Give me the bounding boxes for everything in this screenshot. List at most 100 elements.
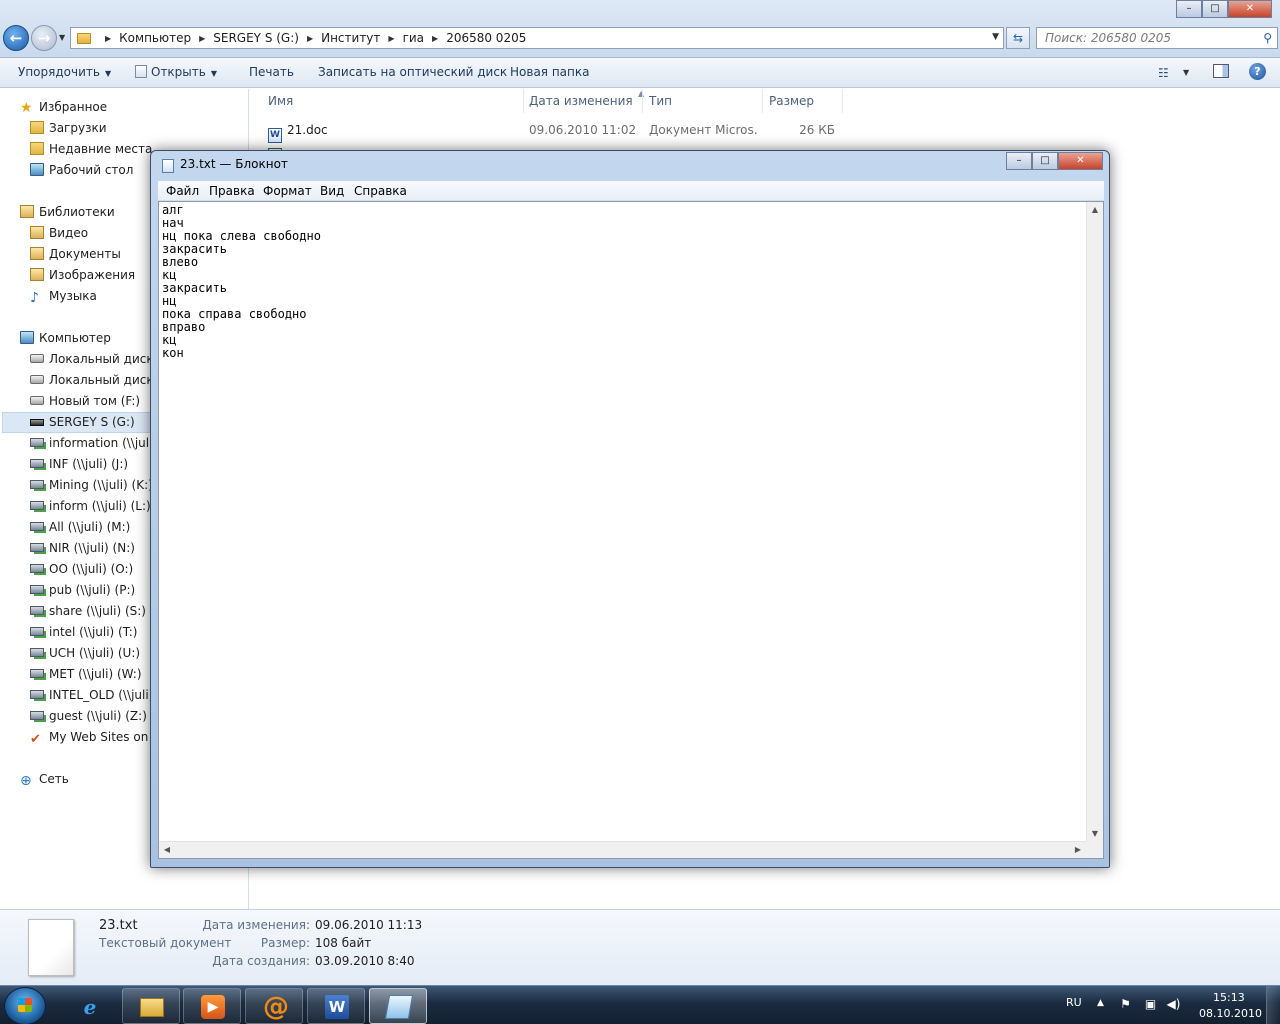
organize-button[interactable]: Упорядочить ▼ xyxy=(18,65,111,79)
show-hidden-icons-icon[interactable]: ▲ xyxy=(1097,998,1104,1008)
chevron-right-icon[interactable]: ▶ xyxy=(307,34,313,43)
scroll-down-icon[interactable]: ▼ xyxy=(1087,826,1103,842)
taskbar-media-player[interactable]: ▶ xyxy=(183,988,241,1024)
nav-music[interactable]: ♪ Музыка xyxy=(30,286,97,307)
action-center-flag-icon[interactable]: ⚑ xyxy=(1118,997,1133,1012)
nav-drive[interactable]: INF (\\juli) (J:) xyxy=(30,454,128,475)
nav-drive[interactable]: Локальный диск ( xyxy=(30,349,162,370)
clock-time[interactable]: 15:13 xyxy=(1213,991,1245,1004)
nav-recent[interactable]: Недавние места xyxy=(30,139,152,160)
nav-drive[interactable]: pub (\\juli) (P:) xyxy=(30,580,135,601)
nav-pictures[interactable]: Изображения xyxy=(30,265,135,286)
breadcrumb-item[interactable]: SERGEY S (G:) xyxy=(213,31,299,45)
recent-pages-dropdown[interactable]: ▼ xyxy=(59,33,65,42)
minimize-button[interactable]: – xyxy=(1006,152,1032,170)
close-button[interactable]: ✕ xyxy=(1058,152,1103,170)
menu-edit[interactable]: Правка xyxy=(209,184,255,198)
nav-drive[interactable]: Новый том (F:) xyxy=(30,391,140,412)
chevron-right-icon[interactable]: ▶ xyxy=(388,34,394,43)
print-label: Печать xyxy=(249,65,294,79)
column-date[interactable]: Дата изменения xyxy=(523,89,643,113)
nav-drive-selected[interactable]: SERGEY S (G:) xyxy=(30,412,135,433)
scroll-right-icon[interactable]: ▶ xyxy=(1070,842,1086,858)
search-icon[interactable]: ⚲ xyxy=(1263,31,1272,45)
column-name[interactable]: Имя xyxy=(262,89,524,113)
taskbar-notepad[interactable] xyxy=(369,988,427,1024)
search-input[interactable]: Поиск: 206580 0205 ⚲ xyxy=(1036,27,1278,49)
nav-desktop[interactable]: Рабочий стол xyxy=(30,160,133,181)
preview-pane-icon[interactable] xyxy=(1213,64,1229,78)
help-icon[interactable]: ? xyxy=(1249,63,1266,80)
nav-drive[interactable]: Mining (\\juli) (K:) xyxy=(30,475,153,496)
back-button[interactable]: ← xyxy=(3,25,29,51)
nav-drive[interactable]: information (\\juli) xyxy=(30,433,157,454)
nav-drive[interactable]: MET (\\juli) (W:) xyxy=(30,664,142,685)
minimize-button[interactable]: – xyxy=(1176,0,1202,18)
menu-view[interactable]: Вид xyxy=(320,184,344,198)
nav-drive[interactable]: inform (\\juli) (L:) xyxy=(30,496,151,517)
start-button[interactable] xyxy=(4,987,46,1024)
chevron-right-icon[interactable]: ▶ xyxy=(199,34,205,43)
chevron-down-icon[interactable]: ▼ xyxy=(1183,68,1189,77)
chevron-right-icon[interactable]: ▶ xyxy=(105,34,111,43)
network-status-icon[interactable]: ▣ xyxy=(1143,997,1158,1012)
menu-help[interactable]: Справка xyxy=(354,184,407,198)
nav-downloads[interactable]: Загрузки xyxy=(30,118,107,139)
taskbar-mail-agent[interactable]: @ xyxy=(245,988,303,1024)
chevron-down-icon[interactable]: ▼ xyxy=(992,32,999,42)
nav-videos[interactable]: Видео xyxy=(30,223,88,244)
menu-file[interactable]: Файл xyxy=(166,184,199,198)
taskbar-word[interactable]: W xyxy=(307,988,365,1024)
maximize-button[interactable]: □ xyxy=(1032,152,1058,170)
horizontal-scrollbar[interactable]: ◀ ▶ xyxy=(159,841,1086,858)
breadcrumb[interactable]: ▶ Компьютер ▶ SERGEY S (G:) ▶ Институт ▶… xyxy=(70,27,1004,49)
views-icon[interactable]: ☷ xyxy=(1158,66,1169,80)
file-row-partial[interactable]: X xyxy=(250,140,1280,150)
file-row[interactable]: W 21.doc 09.06.2010 11:02 Документ Micros… xyxy=(250,120,1280,143)
nav-libraries[interactable]: Библиотеки xyxy=(20,202,115,223)
nav-drive[interactable]: ✔ My Web Sites on M xyxy=(30,727,162,748)
taskbar-explorer[interactable] xyxy=(122,988,180,1024)
nav-drive[interactable]: share (\\juli) (S:) xyxy=(30,601,146,622)
scroll-up-icon[interactable]: ▲ xyxy=(1087,202,1103,218)
nav-drive[interactable]: guest (\\juli) (Z:) xyxy=(30,706,147,727)
nav-drive[interactable]: INTEL_OLD (\\juli) xyxy=(30,685,153,706)
burn-button[interactable]: Записать на оптический диск xyxy=(318,65,507,79)
refresh-button[interactable]: ⇆ xyxy=(1006,27,1030,49)
forward-button[interactable]: → xyxy=(31,25,57,51)
breadcrumb-item[interactable]: 206580 0205 xyxy=(446,31,526,45)
nav-documents[interactable]: Документы xyxy=(30,244,121,265)
chevron-right-icon[interactable]: ▶ xyxy=(432,34,438,43)
maximize-button[interactable]: □ xyxy=(1202,0,1228,18)
breadcrumb-item[interactable]: Институт xyxy=(321,31,380,45)
nav-label: Недавние места xyxy=(49,142,153,156)
nav-drive[interactable]: NIR (\\juli) (N:) xyxy=(30,538,135,559)
nav-drive[interactable]: Локальный диск ( xyxy=(30,370,162,391)
text-editor-area[interactable]: алг нач нц пока слева свободно закрасить… xyxy=(158,201,1104,859)
menu-format[interactable]: Формат xyxy=(263,184,312,198)
volume-icon[interactable]: ◀) xyxy=(1166,997,1181,1012)
print-button[interactable]: Печать xyxy=(249,65,294,79)
scroll-left-icon[interactable]: ◀ xyxy=(159,842,175,858)
nav-computer[interactable]: Компьютер xyxy=(20,328,111,349)
clock-date[interactable]: 08.10.2010 xyxy=(1199,1007,1262,1020)
nav-drive[interactable]: All (\\juli) (M:) xyxy=(30,517,130,538)
column-size[interactable]: Размер xyxy=(763,89,843,113)
language-indicator[interactable]: RU xyxy=(1066,996,1082,1009)
breadcrumb-item[interactable]: гиа xyxy=(403,31,424,45)
nav-drive[interactable]: UCH (\\juli) (U:) xyxy=(30,643,140,664)
nav-favorites[interactable]: ★ Избранное xyxy=(20,97,107,118)
vertical-scrollbar[interactable]: ▲ ▼ xyxy=(1086,202,1103,842)
nav-drive[interactable]: intel (\\juli) (T:) xyxy=(30,622,137,643)
close-button[interactable]: ✕ xyxy=(1228,0,1272,18)
notepad-window[interactable]: 23.txt — Блокнот – □ ✕ Файл Правка Форма… xyxy=(150,150,1110,868)
column-type[interactable]: Тип xyxy=(643,89,763,113)
nav-drive[interactable]: OO (\\juli) (O:) xyxy=(30,559,133,580)
taskbar-internet-explorer[interactable]: e xyxy=(60,988,118,1024)
new-folder-button[interactable]: Новая папка xyxy=(510,65,589,79)
breadcrumb-item[interactable]: Компьютер xyxy=(119,31,191,45)
show-desktop-button[interactable] xyxy=(1266,986,1280,1024)
open-button[interactable]: Открыть ▼ xyxy=(135,65,217,79)
nav-network[interactable]: ⊕ Сеть xyxy=(20,769,69,790)
document-text[interactable]: алг нач нц пока слева свободно закрасить… xyxy=(162,204,321,360)
